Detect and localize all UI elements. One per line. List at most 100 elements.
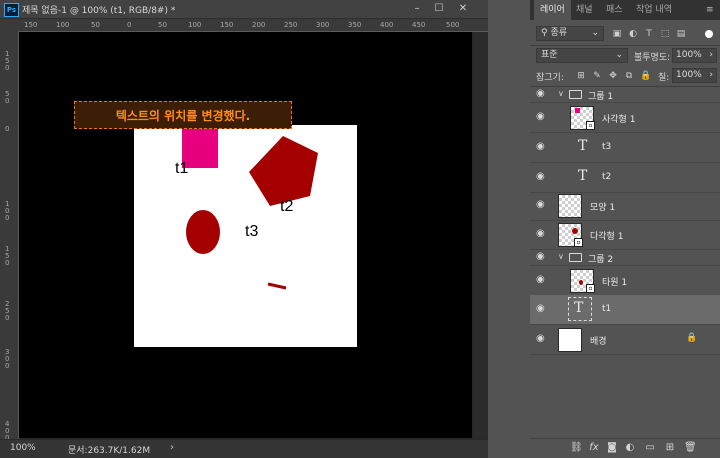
layer-name: t3 — [602, 142, 612, 152]
tab-paths[interactable]: 패스 — [600, 0, 629, 20]
chevron-down-icon: ⌄ — [591, 28, 599, 38]
layer-name: 타원 1 — [602, 278, 628, 288]
eye-icon[interactable]: ◉ — [536, 172, 548, 182]
layer-thumbnail — [558, 328, 582, 352]
text-layer-t3[interactable]: t3 — [245, 223, 258, 241]
lock-artboard-icon[interactable]: ⧉ — [624, 71, 634, 81]
shape-badge-icon: ▫ — [586, 284, 595, 293]
pentagon-shape[interactable] — [249, 136, 318, 206]
pixel-filter-icon[interactable]: ▣ — [612, 29, 622, 39]
ellipse-shape-thumb — [579, 280, 583, 285]
layer-row[interactable]: ◉ T t2 — [530, 163, 720, 193]
layer-row[interactable]: ◉ ▫ 사각형 1 — [530, 103, 720, 133]
chevron-down-icon[interactable]: ∨ — [558, 89, 564, 98]
layer-row[interactable]: ◉ 배경 🔒 — [530, 325, 720, 355]
layer-name: t2 — [602, 172, 612, 182]
shape-badge-icon: ▫ — [586, 121, 595, 130]
layers-panel: 레이어 채널 패스 작업 내역 ≡ ⚲ 종류 ⌄ ▣ ◐ T ⬚ ▤ 표준 ⌄ … — [530, 0, 720, 458]
tab-history[interactable]: 작업 내역 — [630, 0, 678, 20]
chevron-down-icon[interactable]: ∨ — [558, 252, 564, 261]
layer-name: t1 — [602, 304, 612, 314]
layer-row[interactable]: ◉ ▫ 다각형 1 — [530, 220, 720, 250]
text-layer-t2[interactable]: t2 — [280, 198, 293, 216]
blend-mode-label: 표준 — [541, 50, 558, 60]
search-icon: ⚲ — [541, 28, 548, 38]
document-window: Ps 제목 없음-1 @ 100% (t1, RGB/8#) * – ☐ ✕ 1… — [0, 0, 488, 458]
trash-icon[interactable]: 🗑 — [684, 442, 697, 454]
panel-menu-icon[interactable]: ≡ — [706, 5, 714, 15]
layer-name: 배경 — [590, 337, 607, 347]
eye-icon[interactable]: ◉ — [536, 200, 548, 210]
lock-all-icon[interactable]: 🔒 — [640, 71, 651, 81]
fill-input[interactable]: 100% › — [672, 68, 717, 83]
ellipse-shape[interactable] — [186, 210, 220, 254]
chevron-right-icon[interactable]: › — [170, 442, 174, 453]
filter-kind-label: 종류 — [550, 28, 568, 38]
layer-row[interactable]: ◉ 모양 1 — [530, 191, 720, 221]
eye-icon[interactable]: ◉ — [536, 252, 548, 262]
layers-list: ◉ ∨ 그룹 1 ◉ ▫ 사각형 1 ◉ T t3 ◉ T t2 ◉ 모양 1 … — [530, 87, 720, 438]
folder-icon — [569, 90, 582, 99]
filter-toggle[interactable] — [705, 30, 713, 38]
layer-thumbnail — [558, 194, 582, 218]
text-layer-t1[interactable]: t1 — [175, 160, 188, 178]
layer-name: 그룹 2 — [588, 255, 614, 265]
annotation-callout: 텍스트의 위치를 변경했다. — [74, 101, 292, 129]
fill-label: 칠: — [658, 73, 670, 83]
filter-kind-select[interactable]: ⚲ 종류 ⌄ — [536, 26, 604, 41]
shape-filter-icon[interactable]: ⬚ — [660, 29, 670, 39]
blend-row: 표준 ⌄ 불투명도: 100% › — [530, 48, 720, 64]
adjustment-icon[interactable]: ◐ — [624, 442, 636, 454]
adjustment-filter-icon[interactable]: ◐ — [628, 29, 638, 39]
filter-row: ⚲ 종류 ⌄ ▣ ◐ T ⬚ ▤ — [530, 26, 720, 42]
eye-icon[interactable]: ◉ — [536, 89, 548, 99]
new-group-icon[interactable]: ▭ — [644, 442, 656, 454]
tab-channels[interactable]: 채널 — [570, 0, 599, 20]
canvas-shapes — [182, 128, 318, 290]
type-filter-icon[interactable]: T — [644, 29, 654, 39]
eye-icon[interactable]: ◉ — [536, 142, 548, 152]
link-layers-icon[interactable]: ⛓ — [570, 442, 583, 454]
fx-icon[interactable]: fx — [588, 442, 600, 454]
layer-row[interactable]: ◉ ∨ 그룹 2 — [530, 250, 720, 266]
rectangle-shape-thumb — [575, 108, 580, 113]
opacity-value: 100% — [676, 50, 702, 60]
layer-row[interactable]: ◉ ▫ 타원 1 — [530, 266, 720, 296]
mask-icon[interactable]: ◙ — [606, 442, 618, 454]
blend-mode-select[interactable]: 표준 ⌄ — [536, 48, 628, 63]
layer-row-selected[interactable]: ◉ T t1 — [530, 295, 720, 325]
folder-icon — [569, 253, 582, 262]
tab-layers[interactable]: 레이어 — [534, 0, 571, 20]
text-layer-icon: T — [574, 300, 584, 316]
text-layer-thumbnail: T — [568, 297, 592, 321]
smart-object-filter-icon[interactable]: ▤ — [676, 29, 686, 39]
lock-pixels-icon[interactable]: ✎ — [592, 71, 602, 81]
text-layer-icon: T — [578, 168, 588, 184]
lock-row: 잠그기: ⊞ ✎ ✥ ⧉ 🔒 칠: 100% › — [530, 68, 720, 84]
eye-icon[interactable]: ◉ — [536, 112, 548, 122]
lock-position-icon[interactable]: ✥ — [608, 71, 618, 81]
zoom-level[interactable]: 100% — [10, 443, 36, 453]
fill-value: 100% — [676, 70, 702, 80]
shape-badge-icon: ▫ — [574, 238, 583, 247]
opacity-input[interactable]: 100% › — [672, 48, 717, 63]
panel-tabs: 레이어 채널 패스 작업 내역 ≡ — [530, 0, 720, 20]
chevron-right-icon: › — [709, 50, 713, 60]
eye-icon[interactable]: ◉ — [536, 304, 548, 314]
layer-name: 사각형 1 — [602, 115, 636, 125]
lock-label: 잠그기: — [536, 73, 564, 83]
document-info: 문서:263.7K/1.62M — [68, 446, 151, 456]
new-layer-icon[interactable]: ⊞ — [664, 442, 676, 454]
lock-transparency-icon[interactable]: ⊞ — [576, 71, 586, 81]
layer-name: 그룹 1 — [588, 92, 614, 102]
layer-row[interactable]: ◉ ∨ 그룹 1 — [530, 87, 720, 103]
layer-row[interactable]: ◉ T t3 — [530, 133, 720, 163]
layer-name: 다각형 1 — [590, 232, 624, 242]
lock-icon: 🔒 — [686, 333, 698, 343]
eye-icon[interactable]: ◉ — [536, 334, 548, 344]
line-shape[interactable] — [267, 282, 287, 290]
opacity-label: 불투명도: — [634, 53, 671, 63]
eye-icon[interactable]: ◉ — [536, 229, 548, 239]
chevron-right-icon: › — [709, 70, 713, 80]
eye-icon[interactable]: ◉ — [536, 275, 548, 285]
